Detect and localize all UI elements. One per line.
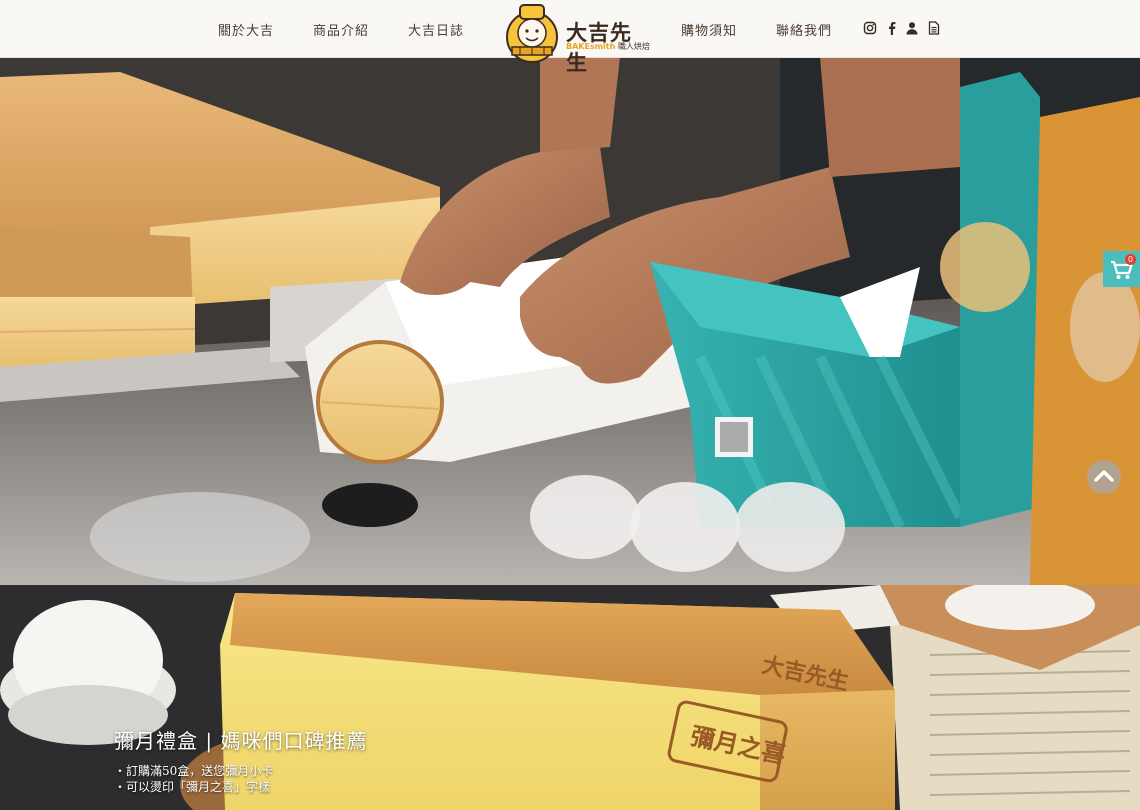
nav-about[interactable]: 關於大吉: [218, 20, 274, 39]
logo-sub-text: 職人烘焙: [617, 42, 650, 51]
nav-products[interactable]: 商品介紹: [313, 20, 369, 39]
hero2-bullet-2: ・可以燙印「彌月之喜」字樣: [114, 780, 271, 794]
hero2-bullet-1: ・訂購滿50盒，送您彌月小卡: [114, 764, 274, 778]
scroll-top-button[interactable]: [1087, 460, 1121, 494]
hero-banner-wrapping: [0, 57, 1140, 585]
facebook-icon[interactable]: [885, 21, 899, 35]
nav-shopping[interactable]: 購物須知: [681, 20, 737, 39]
logo-sub-brand: BAKEsmith: [566, 42, 616, 51]
hero-photo-illustration: [0, 57, 1140, 585]
nav-contact[interactable]: 聯絡我們: [776, 20, 832, 39]
site-header: 關於大吉 商品介紹 大吉日誌 大吉先生 BAKEsmith 職人烘焙 購物須知 …: [0, 0, 1140, 75]
chevron-up-icon: [1094, 470, 1114, 482]
user-icon[interactable]: [905, 21, 919, 35]
nav-journal[interactable]: 大吉日誌: [408, 20, 464, 39]
mascot-logo-icon: [506, 4, 558, 63]
cart-count-badge: 0: [1125, 254, 1136, 265]
document-icon[interactable]: [927, 21, 941, 35]
instagram-icon[interactable]: [863, 21, 877, 35]
hero2-title: 彌月禮盒 | 媽咪們口碑推薦: [114, 729, 368, 753]
site-logo[interactable]: 大吉先生 BAKEsmith 職人烘焙: [500, 1, 650, 75]
logo-subtitle: BAKEsmith 職人烘焙: [566, 41, 650, 52]
